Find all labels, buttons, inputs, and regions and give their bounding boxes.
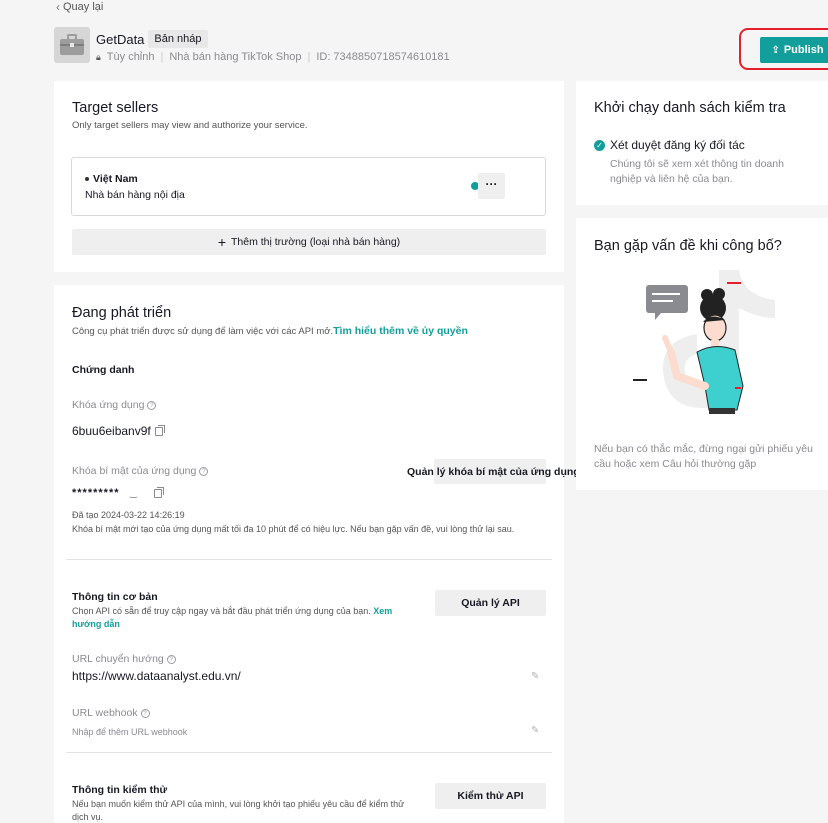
credentials-heading: Chứng danh	[72, 364, 135, 376]
app-id: ID: 7348850718574610181	[316, 51, 450, 63]
basic-info-desc-block: Chọn API có sẵn để truy cập ngay và bắt …	[72, 605, 402, 631]
edit-icon[interactable]: ✎	[531, 671, 539, 682]
redirect-label: URL chuyển hướng	[72, 653, 164, 665]
secret-created-at: Đã tạo 2024-03-22 14:26:19	[72, 510, 185, 520]
app-category: Nhà bán hàng TikTok Shop	[169, 51, 302, 63]
plus-icon: +	[217, 234, 226, 250]
separator: |	[307, 51, 311, 63]
redirect-url-value[interactable]: https://www.dataanalyst.edu.vn/	[72, 669, 241, 683]
guide-link-part-2: hướng dẫn	[72, 619, 120, 629]
secret-label-row: Khóa bí mật của ứng dụng?	[72, 465, 209, 477]
info-icon[interactable]: ?	[147, 400, 157, 410]
publish-highlight: ⇪ Publish	[739, 28, 828, 70]
target-sellers-title: Target sellers	[72, 100, 159, 116]
test-desc-block: Nếu bạn muốn kiểm thử API của mình, vui …	[72, 798, 422, 823]
checklist-title: Khởi chạy danh sách kiểm tra	[594, 100, 786, 116]
divider	[66, 752, 552, 753]
secret-value: *********	[72, 487, 120, 499]
webhook-label-row: URL webhook?	[72, 707, 150, 719]
chevron-left-icon: ‹	[56, 0, 60, 14]
development-desc: Công cụ phát triển được sử dụng để làm v…	[72, 326, 334, 337]
publish-label: Publish	[783, 44, 824, 56]
upload-icon: ⇪	[771, 44, 780, 56]
market-desc: Nhà bán hàng nội địa	[85, 189, 185, 201]
back-link[interactable]: ‹ Quay lại	[56, 0, 103, 14]
secret-label: Khóa bí mật của ứng dụng	[72, 465, 197, 477]
separator: |	[160, 51, 164, 63]
support-illustration	[633, 270, 775, 414]
webhook-input[interactable]: Nhập để thêm URL webhook	[72, 727, 187, 737]
bullet-icon	[85, 177, 89, 181]
app-key-label: Khóa ứng dụng	[72, 399, 145, 411]
development-subtitle: Công cụ phát triển được sử dụng để làm v…	[72, 325, 468, 337]
checklist-item-desc: Chúng tôi sẽ xem xét thông tin doanh ngh…	[610, 158, 784, 185]
check-circle-icon: ✓	[594, 139, 605, 151]
manage-secret-button[interactable]: Quản lý khóa bí mật của ứng dụng	[407, 459, 580, 484]
test-heading: Thông tin kiểm thử	[72, 784, 168, 796]
briefcase-icon	[60, 34, 84, 55]
test-desc-2: dịch vụ.	[72, 812, 104, 822]
target-sellers-subtitle: Only target sellers may view and authori…	[72, 120, 308, 131]
redirect-label-row: URL chuyển hướng?	[72, 653, 176, 665]
development-title: Đang phát triển	[72, 305, 172, 321]
publish-button[interactable]: ⇪ Publish	[760, 37, 828, 63]
copy-icon[interactable]	[154, 486, 165, 498]
app-logo	[54, 27, 90, 63]
copy-icon[interactable]	[154, 425, 165, 437]
checklist-item-title: Xét duyệt đăng ký đối tác	[610, 138, 745, 152]
test-api-button[interactable]: Kiểm thử API	[435, 783, 546, 809]
add-market-button[interactable]: + Thêm thị trường (loại nhà bán hàng)	[72, 229, 546, 255]
eye-closed-icon[interactable]: ‿	[130, 488, 138, 498]
learn-more-link[interactable]: Tìm hiểu thêm về ủy quyền	[333, 325, 468, 337]
back-label: Quay lại	[63, 1, 104, 13]
development-card: Đang phát triển Công cụ phát triển được …	[54, 285, 580, 823]
info-icon[interactable]: ?	[199, 466, 209, 476]
app-key-value: 6buu6eibanv9f	[72, 424, 151, 438]
webhook-label: URL webhook	[72, 707, 138, 719]
manage-api-button[interactable]: Quản lý API	[435, 590, 546, 616]
app-header: GetData Bản nháp 🔒︎ Tùy chỉnh | Nhà bán …	[54, 27, 450, 63]
secret-row: ********* ‿	[72, 486, 165, 499]
market-name: Việt Nam	[93, 173, 138, 185]
info-icon[interactable]: ?	[140, 708, 150, 718]
guide-link-part-1: Xem	[373, 606, 393, 616]
app-key-label-row: Khóa ứng dụng?	[72, 399, 157, 411]
lock-icon: 🔒︎	[96, 51, 101, 62]
more-options-button[interactable]: ···	[478, 173, 505, 199]
manage-secret-label: Quản lý khóa bí mật của ứng dụng	[407, 465, 580, 478]
edit-icon[interactable]: ✎	[531, 725, 539, 736]
status-badge: Bản nháp	[148, 30, 208, 48]
test-desc-1: Nếu bạn muốn kiểm thử API của mình, vui …	[72, 799, 405, 809]
help-title: Bạn gặp vấn đề khi công bố?	[594, 238, 782, 254]
app-type: Tùy chỉnh	[106, 51, 155, 63]
help-card: Bạn gặp vấn đề khi công bố? Nếu bạn có t…	[576, 218, 828, 490]
info-icon[interactable]: ?	[166, 654, 176, 664]
checklist-item: ✓ Xét duyệt đăng ký đối tác	[594, 138, 745, 152]
app-key-row: 6buu6eibanv9f	[72, 424, 165, 438]
basic-info-desc: Chọn API có sẵn để truy cập ngay và bắt …	[72, 606, 371, 616]
target-sellers-card: Target sellers Only target sellers may v…	[54, 81, 564, 272]
market-item: Việt Nam Nhà bán hàng nội địa ···	[71, 157, 546, 216]
divider	[66, 559, 552, 560]
secret-note: Khóa bí mật mới tạo của ứng dụng mất tối…	[72, 524, 515, 534]
add-market-label: Thêm thị trường (loại nhà bán hàng)	[231, 236, 401, 248]
app-name: GetData	[96, 31, 145, 47]
launch-checklist-card: Khởi chạy danh sách kiểm tra ✓ Xét duyệt…	[576, 81, 828, 205]
help-desc: Nếu bạn có thắc mắc, đừng ngại gửi phiếu…	[594, 443, 813, 470]
basic-info-heading: Thông tin cơ bản	[72, 591, 158, 603]
